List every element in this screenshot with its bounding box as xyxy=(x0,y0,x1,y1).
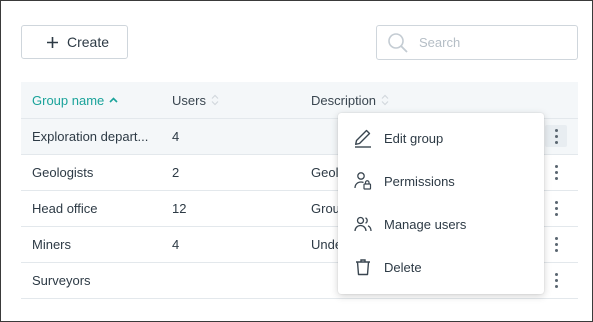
menu-item-permissions[interactable]: Permissions xyxy=(338,160,544,202)
plus-icon xyxy=(46,36,59,49)
row-actions-icon[interactable] xyxy=(545,125,567,147)
sort-icon xyxy=(211,94,219,106)
users-cell: 4 xyxy=(172,237,180,252)
user-lock-icon xyxy=(352,170,374,192)
row-actions-icon[interactable] xyxy=(545,161,567,183)
group-name-cell: Miners xyxy=(32,237,72,252)
menu-item-delete[interactable]: Delete xyxy=(338,246,544,288)
search-icon xyxy=(387,32,409,54)
column-header-group-name[interactable]: Group name xyxy=(32,82,118,118)
app-frame: Create Group name Users Description xyxy=(0,0,593,322)
users-cell: 4 xyxy=(172,129,180,144)
pencil-icon xyxy=(352,127,374,149)
create-button[interactable]: Create xyxy=(21,25,128,59)
group-name-cell: Geologists xyxy=(32,165,94,180)
group-name-cell: Surveyors xyxy=(32,273,91,288)
row-actions-icon[interactable] xyxy=(545,197,567,219)
description-cell: Grou xyxy=(311,201,340,216)
search-box[interactable] xyxy=(376,25,578,60)
menu-item-edit-group[interactable]: Edit group xyxy=(338,117,544,159)
menu-item-manage-users[interactable]: Manage users xyxy=(338,203,544,245)
users-icon xyxy=(352,213,374,235)
sort-icon xyxy=(381,94,389,106)
row-actions-icon[interactable] xyxy=(545,269,567,291)
column-header-users[interactable]: Users xyxy=(172,82,219,118)
users-cell: 2 xyxy=(172,165,180,180)
users-cell: 12 xyxy=(172,201,187,216)
search-input[interactable] xyxy=(417,34,561,51)
row-actions-menu: Edit group Permissions Manage users Dele… xyxy=(338,113,544,294)
row-actions-icon[interactable] xyxy=(545,233,567,255)
sort-ascending-icon xyxy=(109,97,118,103)
group-name-cell: Exploration depart... xyxy=(32,129,149,144)
group-name-cell: Head office xyxy=(32,201,98,216)
create-button-label: Create xyxy=(67,34,110,50)
trash-icon xyxy=(352,256,374,278)
